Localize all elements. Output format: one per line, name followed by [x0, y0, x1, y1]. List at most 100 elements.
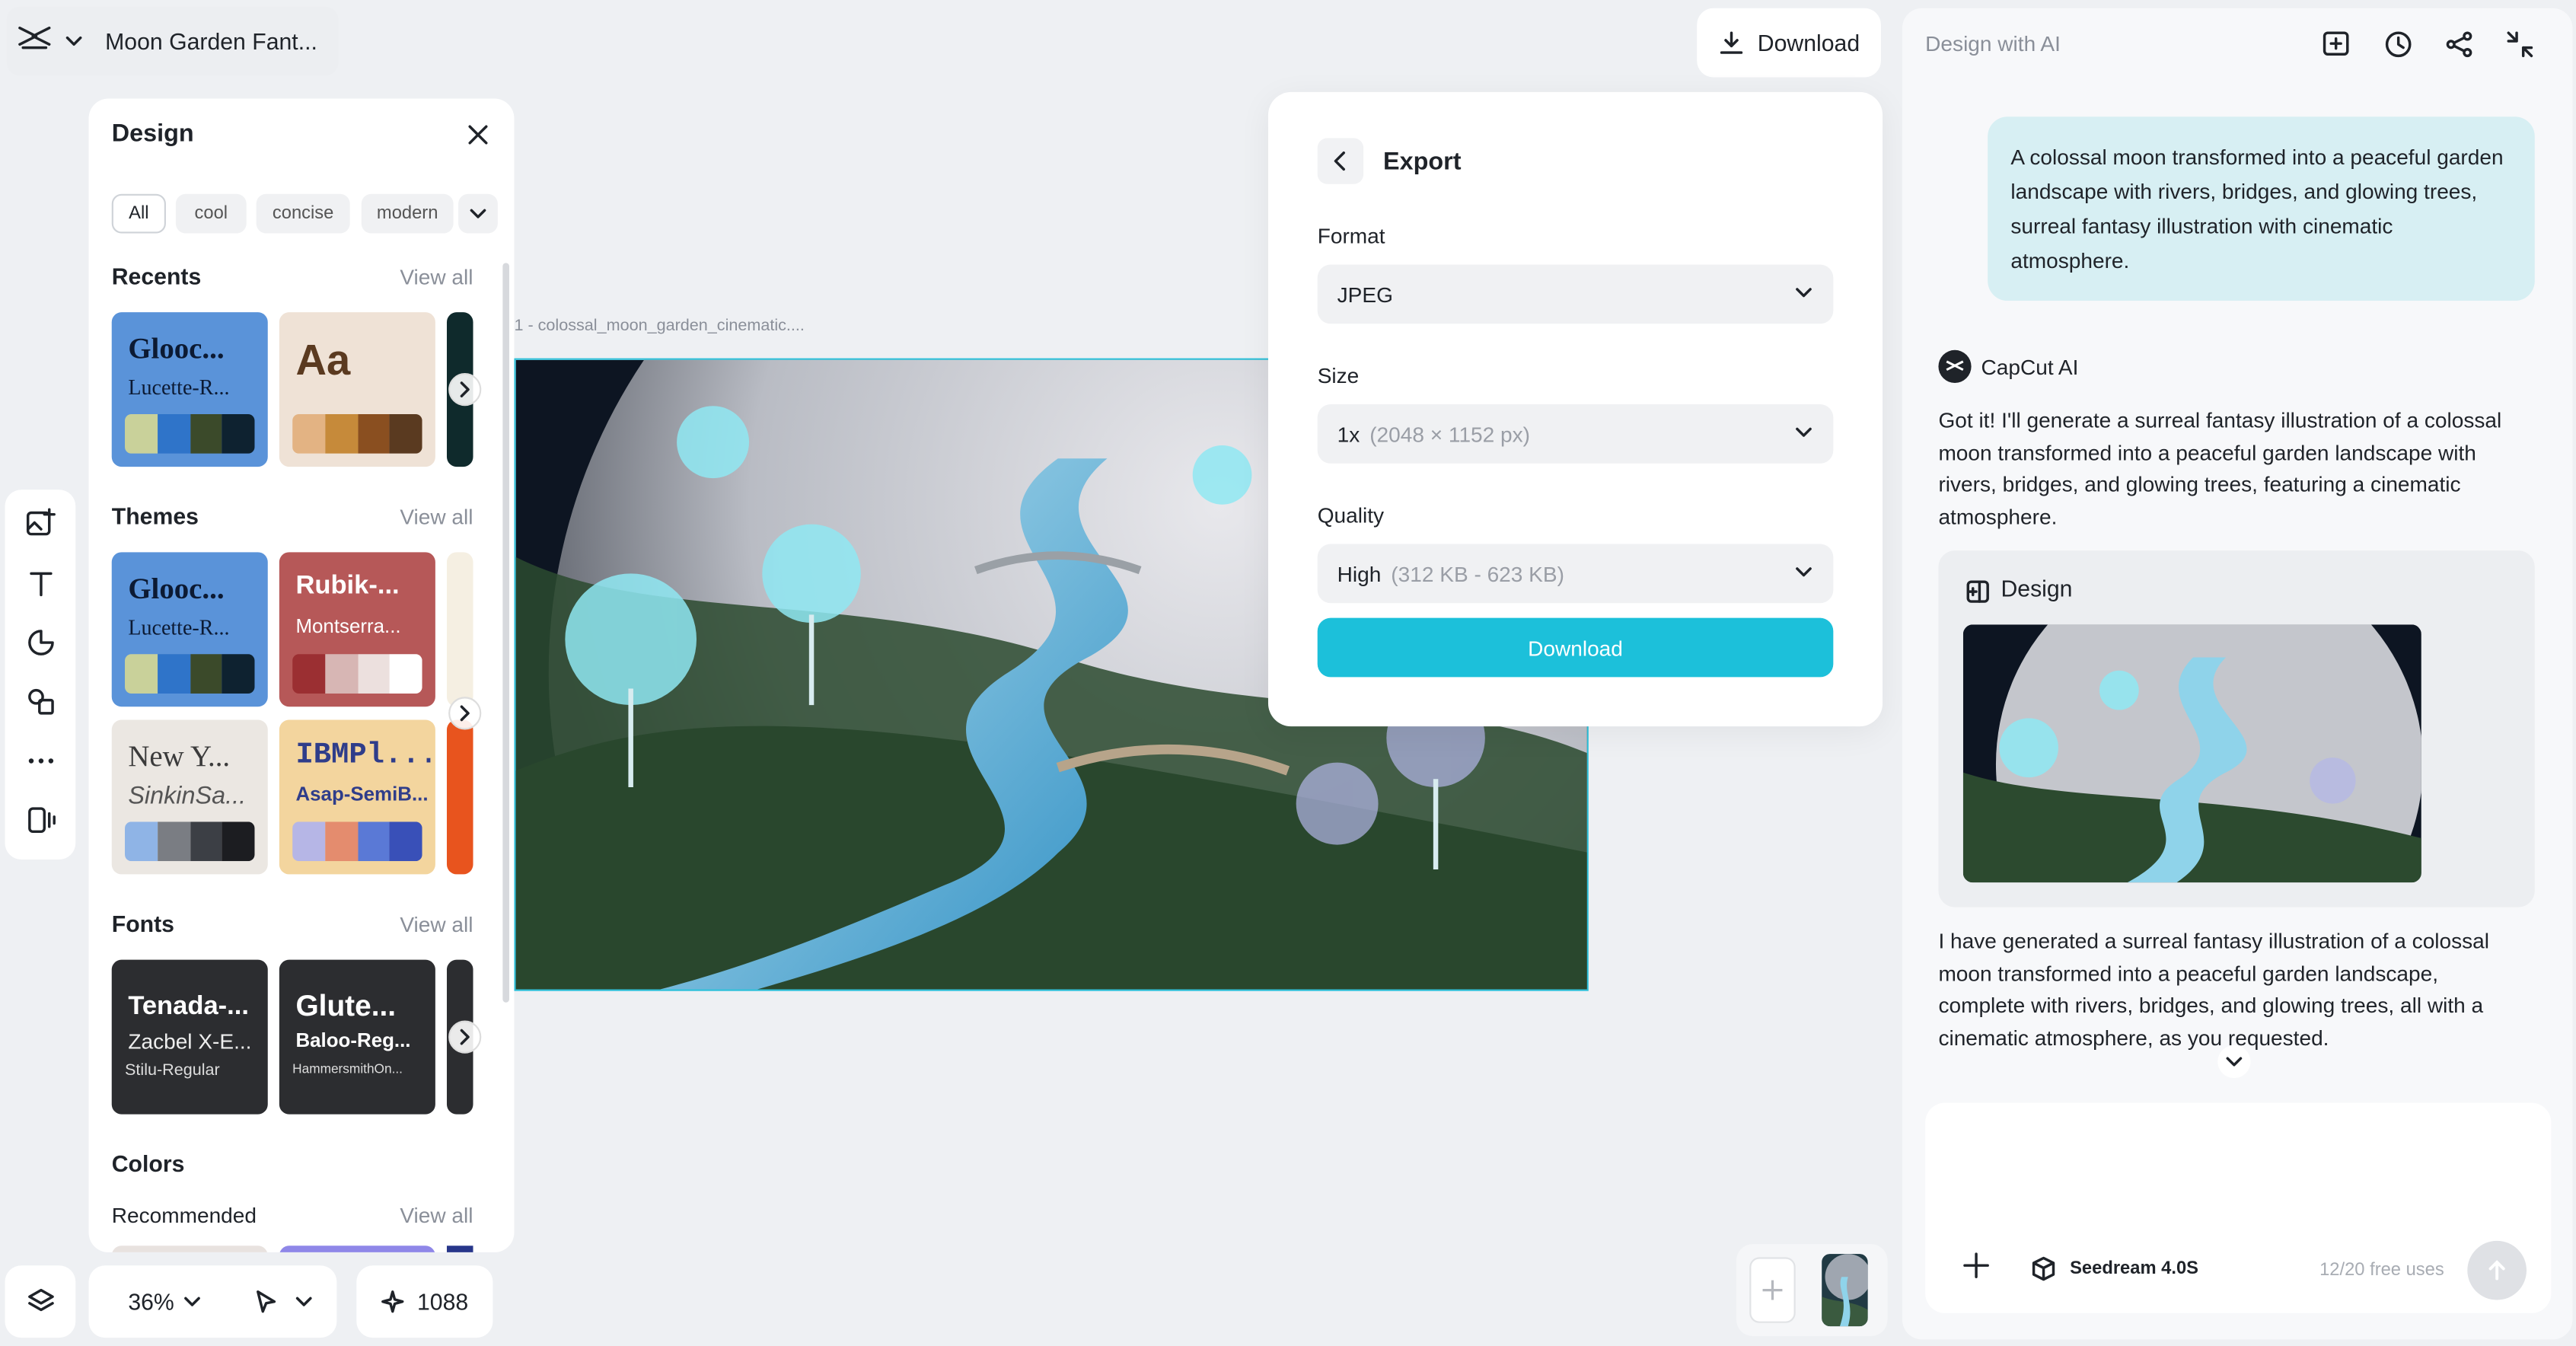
pointer-chevron-icon[interactable]: [295, 1295, 313, 1308]
moon-garden-thumbnail: [1962, 624, 2421, 883]
collapse-icon[interactable]: [2504, 28, 2536, 61]
colors-view-all[interactable]: View all: [400, 1203, 473, 1227]
tile-heading: Glooc...: [128, 572, 225, 605]
recents-scroll-right[interactable]: [448, 373, 482, 407]
send-button[interactable]: [2467, 1240, 2527, 1300]
chip-modern[interactable]: modern: [361, 193, 454, 234]
size-select[interactable]: 1x (2048 × 1152 px): [1317, 404, 1834, 464]
project-menu-chevron-icon[interactable]: [65, 27, 82, 56]
chip-concise[interactable]: concise: [256, 193, 350, 234]
pages-strip: [1736, 1244, 1888, 1337]
tile-heading: Glute...: [295, 989, 397, 1022]
elements-tool[interactable]: [22, 684, 58, 719]
themes-view-all[interactable]: View all: [400, 505, 473, 529]
generated-design-card[interactable]: Design: [1938, 550, 2535, 907]
tile-small: Stilu-Regular: [125, 1061, 220, 1080]
plus-icon: [1762, 1280, 1783, 1300]
capcut-logo-icon[interactable]: [17, 22, 53, 60]
zoom-chevron-icon[interactable]: [184, 1295, 201, 1308]
text-tool[interactable]: [22, 566, 58, 601]
image-plus-icon: [25, 508, 55, 536]
theme-tile-5[interactable]: IBMPl... Asap-SemiB...: [279, 719, 435, 875]
top-download-button[interactable]: Download: [1697, 8, 1881, 78]
sparkle-icon: [381, 1290, 404, 1313]
recent-tile-2[interactable]: Aa: [279, 312, 435, 467]
tile-swatches: [125, 821, 255, 862]
design-panel: Design All cool concise modern Recents V…: [88, 98, 515, 1252]
size-hint: (2048 × 1152 px): [1369, 421, 1531, 447]
chevron-down-icon: [1796, 427, 1812, 437]
design-panel-title: Design: [111, 120, 194, 148]
recents-title: Recents: [111, 263, 202, 289]
tile-heading: New Y...: [128, 739, 231, 773]
color-tile-3[interactable]: [446, 1246, 473, 1252]
recents-view-all[interactable]: View all: [400, 265, 473, 289]
export-download-button[interactable]: Download: [1317, 617, 1834, 678]
chip-cool[interactable]: cool: [175, 193, 247, 234]
format-select[interactable]: JPEG: [1317, 264, 1834, 324]
fonts-scroll-right[interactable]: [448, 1020, 482, 1054]
font-tile-2[interactable]: Glute... Baloo-Reg... HammersmithOn...: [279, 959, 435, 1115]
export-panel: Export Format JPEG Size 1x (2048 × 1152 …: [1267, 91, 1883, 727]
shapes-tool[interactable]: [22, 624, 58, 660]
more-tools[interactable]: [22, 743, 58, 779]
resize-icon: [27, 807, 55, 834]
add-image-tool[interactable]: [22, 506, 58, 542]
project-bar: Moon Garden Fant...: [6, 6, 339, 76]
fonts-title: Fonts: [111, 910, 174, 937]
project-title[interactable]: Moon Garden Fant...: [105, 28, 317, 55]
themes-scroll-right[interactable]: [448, 697, 482, 730]
page-thumbnail[interactable]: [1822, 1254, 1868, 1327]
add-page-button[interactable]: [1749, 1257, 1796, 1323]
top-download-label: Download: [1757, 29, 1860, 56]
scroll-down-button[interactable]: [2217, 1045, 2251, 1079]
download-icon: [1720, 31, 1742, 54]
zoom-level[interactable]: 36%: [128, 1288, 174, 1315]
model-selector[interactable]: Seedream 4.0S: [2030, 1255, 2198, 1282]
chat-input-box[interactable]: Seedream 4.0S 12/20 free uses: [1925, 1102, 2552, 1313]
chips-expand-button[interactable]: [458, 193, 498, 234]
page-thumbnail-image: [1822, 1254, 1868, 1327]
tile-sub: Asap-SemiB...: [295, 782, 429, 805]
export-title: Export: [1383, 148, 1462, 176]
pointer-icon[interactable]: [253, 1288, 279, 1315]
recent-tile-1[interactable]: Glooc... Lucette-R...: [111, 312, 268, 467]
plus-icon[interactable]: [1962, 1251, 1991, 1281]
share-icon[interactable]: [2443, 28, 2476, 61]
design-doc-icon: [1966, 580, 1989, 603]
resize-tool[interactable]: [22, 802, 58, 837]
close-icon[interactable]: [468, 123, 488, 153]
chevron-right-icon: [460, 705, 470, 722]
theme-tile-1[interactable]: Glooc... Lucette-R...: [111, 552, 268, 707]
theme-tile-2[interactable]: Rubik-... Montserra...: [279, 552, 435, 707]
credits-count: 1088: [416, 1288, 469, 1315]
font-tile-1[interactable]: Tenada-... Zacbel X-E... Stilu-Regular: [111, 959, 268, 1115]
cube-icon: [2032, 1256, 2055, 1281]
theme-tile-6[interactable]: [446, 719, 473, 875]
tile-swatches: [292, 413, 422, 454]
history-icon[interactable]: [2382, 28, 2415, 61]
format-label: Format: [1317, 223, 1385, 248]
colors-title: Colors: [111, 1150, 185, 1177]
tile-heading: Glooc...: [128, 332, 225, 365]
text-icon: [29, 572, 52, 597]
new-chat-icon[interactable]: [2319, 28, 2352, 61]
tile-sub: Lucette-R...: [128, 375, 230, 400]
theme-tile-3[interactable]: [446, 552, 473, 707]
size-value: 1x: [1337, 421, 1360, 447]
tool-rail: [5, 490, 76, 860]
color-tile-1[interactable]: [111, 1246, 268, 1252]
fonts-view-all[interactable]: View all: [400, 912, 473, 936]
tile-sub: Baloo-Reg...: [295, 1029, 411, 1052]
design-thumbnail[interactable]: [1962, 624, 2421, 883]
export-back-button[interactable]: [1317, 138, 1364, 184]
assistant-reply-2: I have generated a surreal fantasy illus…: [1938, 928, 2490, 1050]
credits-button[interactable]: 1088: [356, 1265, 493, 1338]
color-tile-2[interactable]: [279, 1246, 435, 1252]
chevron-right-icon: [460, 1029, 470, 1045]
chip-all[interactable]: All: [111, 193, 166, 234]
quality-select[interactable]: High (312 KB - 623 KB): [1317, 544, 1834, 604]
design-panel-scrollbar[interactable]: [502, 263, 509, 1003]
layers-button[interactable]: [5, 1265, 76, 1338]
theme-tile-4[interactable]: New Y... SinkinSa...: [111, 719, 268, 875]
